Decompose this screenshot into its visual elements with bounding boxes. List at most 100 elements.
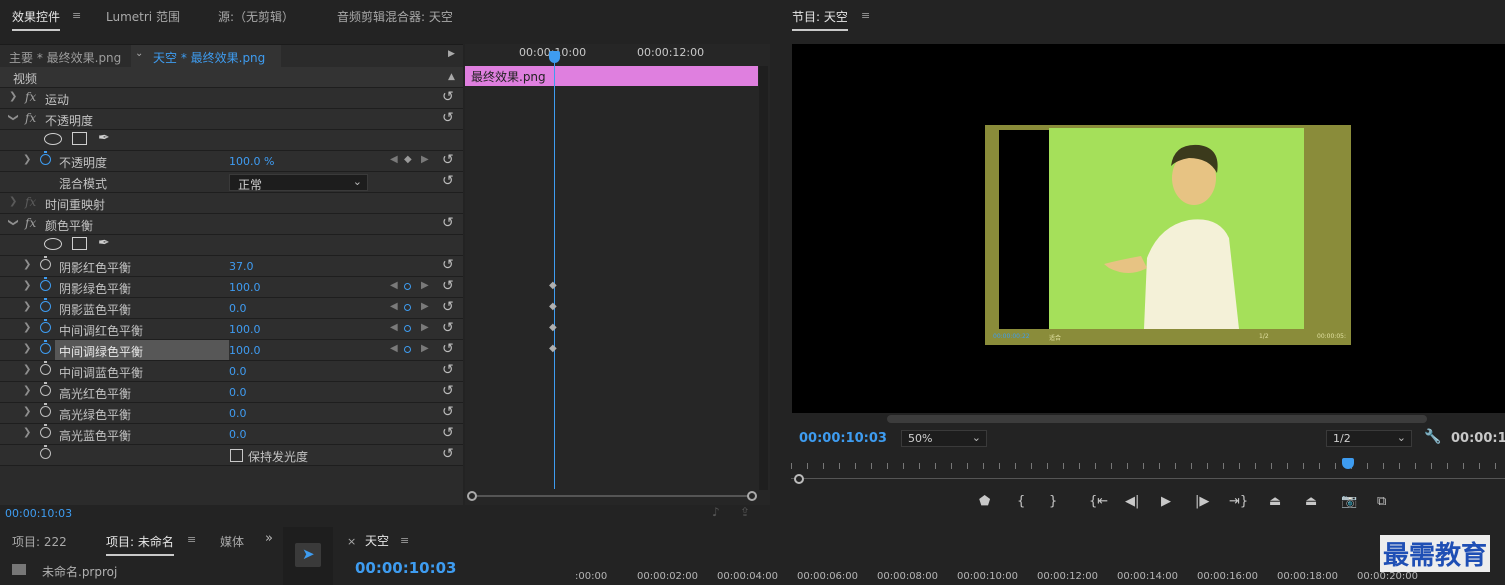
resolution-select[interactable]: 1/2 ⌄ xyxy=(1326,430,1412,447)
play-triangle-icon[interactable]: ▶ xyxy=(448,49,455,59)
expand-icon[interactable]: ❯ xyxy=(9,196,17,207)
prev-keyframe-icon[interactable]: ◀ xyxy=(390,301,398,312)
keyframe-diamond-icon[interactable]: ◆ xyxy=(549,280,557,291)
tab-effect-controls[interactable]: 效果控件 xyxy=(12,8,61,31)
effect-opacity[interactable]: ❯ fx 不透明度 ↺ xyxy=(0,109,463,130)
playhead-timecode[interactable]: 00:00:10:03 xyxy=(799,431,887,446)
play-audio-icon[interactable]: ♪ xyxy=(712,505,720,519)
tab-project-222[interactable]: 项目: 222 xyxy=(12,533,67,550)
param-value[interactable]: 100.0 xyxy=(229,344,261,357)
sequence-timecode[interactable]: 00:00:10:03 xyxy=(355,559,457,577)
export-icon[interactable]: ⇪ xyxy=(740,505,750,519)
camera-icon[interactable]: 📷 xyxy=(1341,494,1357,509)
prev-keyframe-icon[interactable]: ◀ xyxy=(390,154,398,165)
tab-media-browser[interactable]: 媒体 xyxy=(220,533,244,550)
expand-icon[interactable]: ❯ xyxy=(23,301,31,312)
reset-icon[interactable]: ↺ xyxy=(442,152,454,168)
param-blend-mode[interactable]: 混合模式 正常 ⌄ ↺ xyxy=(0,172,463,193)
mark-out-icon[interactable]: } xyxy=(1049,494,1057,509)
param-value[interactable]: 100.0 xyxy=(229,281,261,294)
fx-icon[interactable]: fx xyxy=(25,216,36,230)
reset-icon[interactable]: ↺ xyxy=(442,89,454,105)
extract-icon[interactable]: ⏏ xyxy=(1305,494,1317,509)
preserve-luminosity-checkbox[interactable] xyxy=(230,449,243,462)
project-file-name[interactable]: 未命名.prproj xyxy=(42,563,117,580)
tab-sequence[interactable]: 天空 xyxy=(365,532,389,549)
reset-icon[interactable]: ↺ xyxy=(442,215,454,231)
more-tabs-icon[interactable]: » xyxy=(265,531,273,546)
go-to-out-icon[interactable]: ⇥} xyxy=(1229,494,1248,509)
add-keyframe-icon[interactable] xyxy=(404,325,411,332)
rectangle-mask-icon[interactable] xyxy=(72,237,87,250)
param-shadow-red[interactable]: ❯ 阴影红色平衡 37.0 ↺ xyxy=(0,256,463,277)
step-back-icon[interactable]: ◀| xyxy=(1125,494,1139,509)
keyframe-diamond-icon[interactable]: ◆ xyxy=(404,154,412,165)
fx-icon[interactable]: fx xyxy=(25,111,36,125)
tab-program[interactable]: 节目: 天空 xyxy=(792,8,848,31)
param-shadow-green[interactable]: ❯ 阴影绿色平衡 100.0 ◀ ▶ ↺ xyxy=(0,277,463,298)
panel-menu-icon[interactable]: ≡ xyxy=(400,534,409,547)
master-clip-label[interactable]: 主要 * 最终效果.png xyxy=(9,49,121,66)
next-keyframe-icon[interactable]: ▶ xyxy=(421,322,429,333)
panel-menu-icon[interactable]: ≡ xyxy=(187,533,196,546)
monitor-time-ruler[interactable] xyxy=(791,457,1505,484)
playhead-handle[interactable] xyxy=(549,51,560,63)
collapse-icon[interactable]: ▲ xyxy=(448,72,455,82)
add-keyframe-icon[interactable] xyxy=(404,304,411,311)
zoom-scrollbar[interactable] xyxy=(467,491,757,501)
go-to-in-icon[interactable]: {⇤ xyxy=(1089,494,1108,509)
stopwatch-icon[interactable] xyxy=(40,382,51,396)
stopwatch-icon[interactable] xyxy=(40,151,51,165)
param-shadow-blue[interactable]: ❯ 阴影蓝色平衡 0.0 ◀ ▶ ↺ xyxy=(0,298,463,319)
blend-mode-select[interactable]: 正常 ⌄ xyxy=(229,174,368,192)
vertical-scrollbar[interactable] xyxy=(759,66,768,490)
expand-icon[interactable]: ❯ xyxy=(9,91,17,102)
horizontal-scrollbar[interactable] xyxy=(887,415,1427,423)
compare-view-icon[interactable]: ⧉ xyxy=(1377,494,1386,509)
param-value[interactable]: 37.0 xyxy=(229,260,254,273)
selection-tool[interactable]: ➤ xyxy=(295,543,321,567)
expand-icon[interactable]: ❯ xyxy=(23,364,31,375)
expand-icon[interactable]: ❯ xyxy=(23,154,31,165)
param-value[interactable]: 100.0 xyxy=(229,323,261,336)
param-value[interactable]: 0.0 xyxy=(229,386,247,399)
param-value[interactable]: 0.0 xyxy=(229,302,247,315)
video-canvas[interactable]: 00:00:00:22 适合 1/2 00:00:05: xyxy=(792,44,1505,413)
param-highlight-green[interactable]: ❯ 高光绿色平衡 0.0 ↺ xyxy=(0,403,463,424)
keyframe-diamond-icon[interactable]: ◆ xyxy=(549,301,557,312)
add-keyframe-icon[interactable] xyxy=(404,346,411,353)
next-keyframe-icon[interactable]: ▶ xyxy=(421,343,429,354)
reset-icon[interactable]: ↺ xyxy=(442,446,454,462)
param-highlight-blue[interactable]: ❯ 高光蓝色平衡 0.0 ↺ xyxy=(0,424,463,445)
keyframe-diamond-icon[interactable]: ◆ xyxy=(549,343,557,354)
reset-icon[interactable]: ↺ xyxy=(442,110,454,126)
param-highlight-red[interactable]: ❯ 高光红色平衡 0.0 ↺ xyxy=(0,382,463,403)
expand-icon[interactable]: ❯ xyxy=(23,259,31,270)
prev-keyframe-icon[interactable]: ◀ xyxy=(390,280,398,291)
param-preserve-luminosity[interactable]: 保持发光度 ↺ xyxy=(0,445,463,466)
add-marker-icon[interactable]: ⬟ xyxy=(979,494,990,509)
sequence-clip-tab[interactable]: ⌄ 天空 * 最终效果.png xyxy=(131,45,281,67)
fx-icon[interactable]: fx xyxy=(25,90,36,104)
tab-project-untitled[interactable]: 项目: 未命名 xyxy=(106,533,174,556)
prev-keyframe-icon[interactable]: ◀ xyxy=(390,322,398,333)
tab-source[interactable]: 源:（无剪辑） xyxy=(218,8,294,25)
reset-icon[interactable]: ↺ xyxy=(442,425,454,441)
collapse-icon[interactable]: ❯ xyxy=(8,113,19,121)
clip-bar[interactable]: 最终效果.png xyxy=(465,66,758,86)
next-keyframe-icon[interactable]: ▶ xyxy=(421,301,429,312)
reset-icon[interactable]: ↺ xyxy=(442,383,454,399)
reset-icon[interactable]: ↺ xyxy=(442,257,454,273)
panel-menu-icon[interactable]: ≡ xyxy=(861,9,870,22)
pen-mask-icon[interactable]: ✒ xyxy=(98,130,110,146)
ellipse-mask-icon[interactable] xyxy=(44,133,62,145)
expand-icon[interactable]: ❯ xyxy=(23,322,31,333)
param-value[interactable]: 100.0 % xyxy=(229,155,274,168)
effect-color-balance[interactable]: ❯ fx 颜色平衡 ↺ xyxy=(0,214,463,235)
param-value[interactable]: 0.0 xyxy=(229,428,247,441)
time-ruler[interactable]: 00:00:10:00 00:00:12:00 xyxy=(465,44,770,66)
param-midtone-red[interactable]: ❯ 中间调红色平衡 100.0 ◀ ▶ ↺ xyxy=(0,319,463,340)
effect-motion[interactable]: ❯ fx 运动 ↺ xyxy=(0,88,463,109)
param-midtone-green[interactable]: ❯ 中间调绿色平衡 100.0 ◀ ▶ ↺ xyxy=(0,340,463,361)
param-opacity[interactable]: ❯ 不透明度 100.0 % ◀ ◆ ▶ ↺ xyxy=(0,151,463,172)
